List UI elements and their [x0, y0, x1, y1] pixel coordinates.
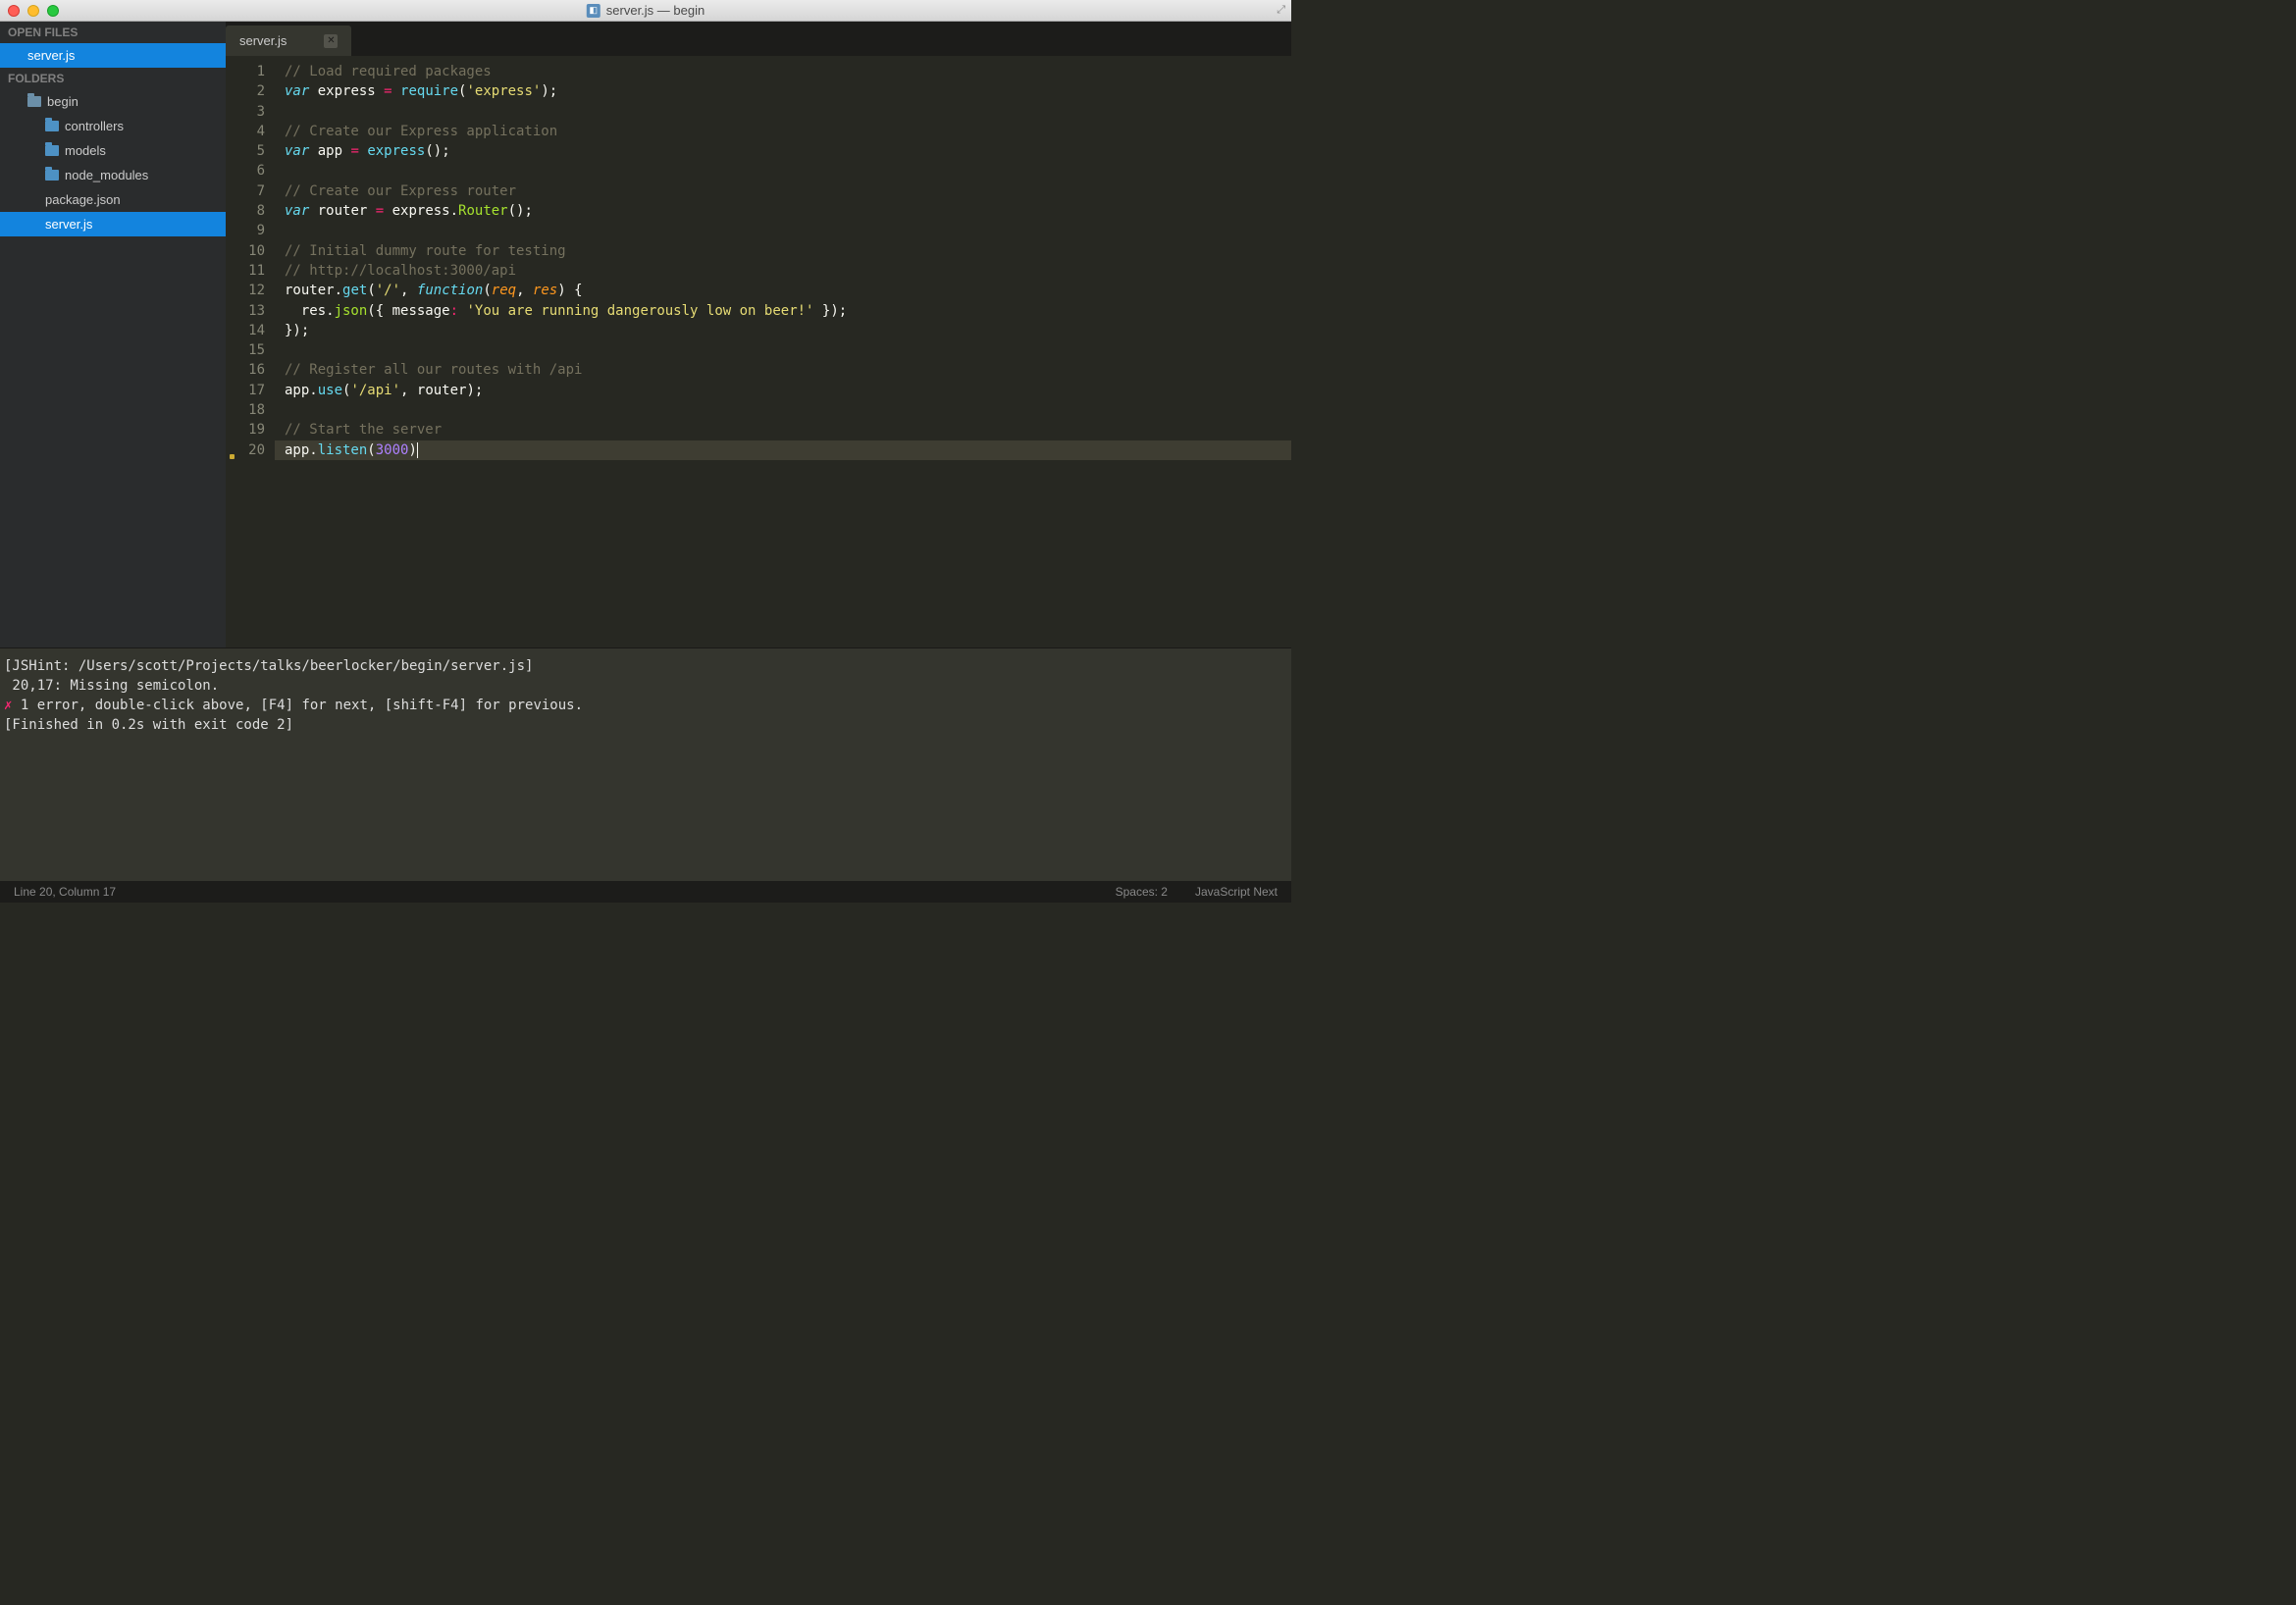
code-line[interactable]: // Load required packages [275, 62, 1291, 81]
code-line[interactable]: router.get('/', function(req, res) { [275, 281, 1291, 300]
line-number: 1 [226, 62, 265, 81]
folder-label: controllers [65, 119, 124, 133]
line-number: 9 [226, 221, 265, 240]
code-line[interactable] [275, 400, 1291, 420]
editor-area: server.js ✕ 1234567891011121314151617181… [226, 22, 1291, 647]
code-line[interactable] [275, 340, 1291, 360]
file-server-js[interactable]: server.js [0, 212, 226, 236]
open-file-item[interactable]: server.js [0, 43, 226, 68]
line-number: 2 [226, 81, 265, 101]
line-number: 4 [226, 122, 265, 141]
folder-root[interactable]: begin [0, 89, 226, 114]
output-line[interactable]: 20,17: Missing semicolon. [4, 676, 1287, 696]
title-bar: ◧ server.js — begin ⤢ [0, 0, 1291, 22]
code-content[interactable]: // Load required packagesvar express = r… [275, 62, 1291, 647]
line-number: 14 [226, 321, 265, 340]
line-number: 18 [226, 400, 265, 420]
line-number: 5 [226, 141, 265, 161]
folder-icon [45, 145, 59, 156]
tab-label: server.js [239, 33, 287, 48]
line-number-gutter: 1234567891011121314151617181920 [226, 62, 275, 647]
code-line[interactable] [275, 102, 1291, 122]
cursor-position[interactable]: Line 20, Column 17 [14, 885, 116, 899]
close-icon[interactable]: ✕ [324, 34, 338, 48]
file-icon: ◧ [587, 4, 600, 18]
tab-server-js[interactable]: server.js ✕ [226, 26, 351, 56]
close-window-button[interactable] [8, 5, 20, 17]
open-file-label: server.js [27, 48, 75, 63]
window-title-text: server.js — begin [606, 3, 704, 18]
file-label: package.json [45, 192, 121, 207]
code-line[interactable]: // Create our Express router [275, 181, 1291, 201]
code-line[interactable]: res.json({ message: 'You are running dan… [275, 301, 1291, 321]
folder-icon [45, 121, 59, 131]
code-line[interactable]: var router = express.Router(); [275, 201, 1291, 221]
line-number: 16 [226, 360, 265, 380]
code-line[interactable]: // Create our Express application [275, 122, 1291, 141]
traffic-lights [0, 5, 59, 17]
code-line[interactable]: // Initial dummy route for testing [275, 241, 1291, 261]
line-number: 11 [226, 261, 265, 281]
line-number: 7 [226, 181, 265, 201]
line-number: 6 [226, 161, 265, 181]
code-line[interactable] [275, 221, 1291, 240]
line-number: 3 [226, 102, 265, 122]
output-line: ✗ 1 error, double-click above, [F4] for … [4, 696, 1287, 715]
output-line: [JSHint: /Users/scott/Projects/talks/bee… [4, 656, 1287, 676]
folder-node-modules[interactable]: node_modules [0, 163, 226, 187]
folder-icon [45, 170, 59, 181]
indentation-setting[interactable]: Spaces: 2 [1116, 885, 1168, 899]
folder-models[interactable]: models [0, 138, 226, 163]
maximize-window-button[interactable] [47, 5, 59, 17]
output-line: [Finished in 0.2s with exit code 2] [4, 715, 1287, 735]
fullscreen-icon[interactable]: ⤢ [1277, 4, 1285, 17]
folder-root-label: begin [47, 94, 78, 109]
status-bar: Line 20, Column 17 Spaces: 2 JavaScript … [0, 881, 1291, 903]
folders-header: FOLDERS [0, 68, 226, 89]
line-number: 10 [226, 241, 265, 261]
code-line[interactable]: var express = require('express'); [275, 81, 1291, 101]
output-panel[interactable]: [JSHint: /Users/scott/Projects/talks/bee… [0, 647, 1291, 881]
window-title: ◧ server.js — begin [587, 3, 704, 18]
code-line[interactable]: app.listen(3000) [275, 440, 1291, 460]
folder-label: node_modules [65, 168, 148, 182]
code-editor[interactable]: 1234567891011121314151617181920 // Load … [226, 56, 1291, 647]
line-number: 15 [226, 340, 265, 360]
code-line[interactable]: var app = express(); [275, 141, 1291, 161]
folder-controllers[interactable]: controllers [0, 114, 226, 138]
line-number: 8 [226, 201, 265, 221]
code-line[interactable]: // Register all our routes with /api [275, 360, 1291, 380]
line-number: 19 [226, 420, 265, 440]
code-line[interactable] [275, 161, 1291, 181]
tab-bar: server.js ✕ [226, 22, 1291, 56]
code-line[interactable]: // http://localhost:3000/api [275, 261, 1291, 281]
code-line[interactable]: app.use('/api', router); [275, 381, 1291, 400]
open-files-header: OPEN FILES [0, 22, 226, 43]
text-cursor [417, 442, 418, 458]
code-line[interactable]: }); [275, 321, 1291, 340]
file-label: server.js [45, 217, 92, 232]
language-mode[interactable]: JavaScript Next [1195, 885, 1278, 899]
folder-icon [27, 96, 41, 107]
folder-label: models [65, 143, 106, 158]
line-number: 13 [226, 301, 265, 321]
code-line[interactable]: // Start the server [275, 420, 1291, 440]
minimize-window-button[interactable] [27, 5, 39, 17]
sidebar[interactable]: OPEN FILES server.js FOLDERS begin contr… [0, 22, 226, 647]
gutter-warning-icon [230, 454, 235, 459]
line-number: 12 [226, 281, 265, 300]
file-package-json[interactable]: package.json [0, 187, 226, 212]
line-number: 17 [226, 381, 265, 400]
